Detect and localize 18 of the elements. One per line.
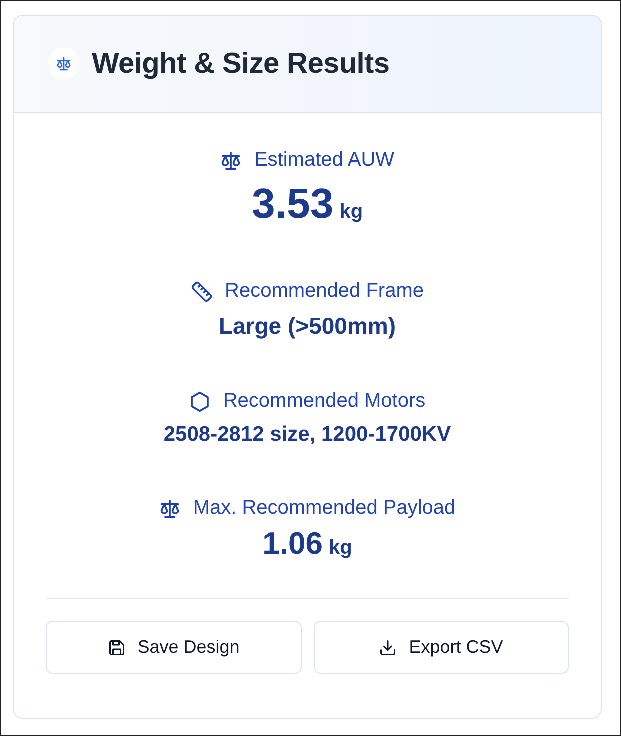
export-button[interactable]: Export CSV: [314, 621, 569, 674]
ruler-icon: [191, 280, 214, 302]
result-label: Estimated AUW: [254, 149, 395, 172]
card-title: Weight & Size Results: [92, 48, 390, 80]
scale-icon: [159, 498, 182, 520]
scale-icon: [220, 150, 242, 172]
scale-icon: [48, 48, 80, 80]
result-label: Recommended Frame: [225, 280, 424, 303]
result-label: Max. Recommended Payload: [193, 497, 456, 520]
result-value: 2508-2812 size, 1200-1700KV: [164, 423, 452, 447]
save-button[interactable]: Save Design: [46, 621, 302, 674]
result-value: 1.06 kg: [262, 526, 352, 562]
result-label: Recommended Motors: [223, 390, 426, 413]
save-icon: [108, 638, 126, 656]
hexagon-icon: [189, 390, 212, 412]
result-value: Large (>500mm): [218, 313, 396, 340]
result-value: 3.53 kg: [252, 180, 364, 229]
download-icon: [379, 638, 398, 656]
